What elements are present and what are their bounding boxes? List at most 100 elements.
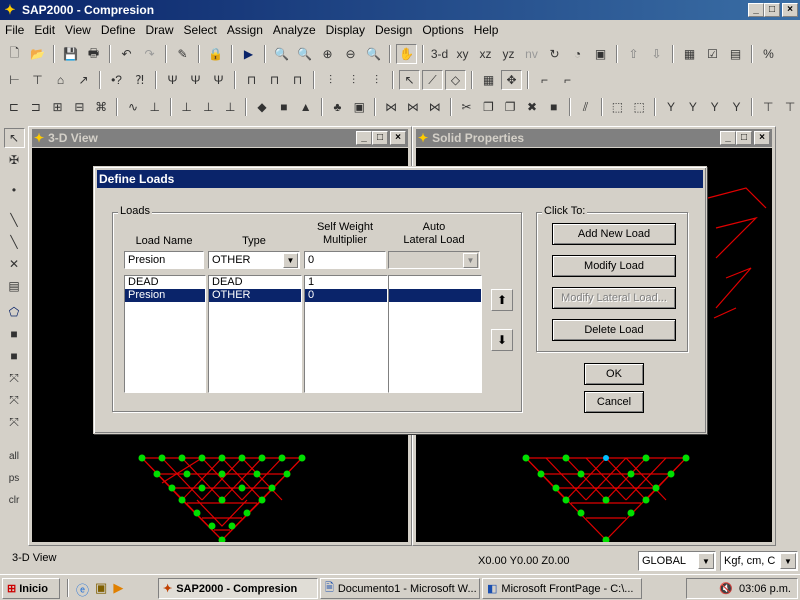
- start-button[interactable]: ⊞ Inicio: [2, 578, 60, 599]
- close-button[interactable]: ×: [754, 131, 770, 145]
- list-item[interactable]: [389, 276, 481, 289]
- label-solids-icon[interactable]: Y: [705, 97, 725, 117]
- joint-spring-icon[interactable]: ⊤: [27, 70, 48, 90]
- type-select[interactable]: OTHER ▼: [208, 251, 300, 269]
- task-word[interactable]: 🗎 Documento1 - Microsoft W...: [320, 578, 480, 599]
- zoom-in-icon[interactable]: ⊕: [317, 44, 338, 64]
- maximize-button[interactable]: □: [764, 3, 780, 17]
- media-player-icon[interactable]: ▶: [113, 580, 123, 599]
- list-item[interactable]: DEAD: [209, 276, 301, 289]
- task-sap2000[interactable]: ✦ SAP2000 - Compresion: [158, 578, 318, 599]
- copy-icon[interactable]: ❐: [478, 97, 498, 117]
- redo-icon[interactable]: ↷: [139, 44, 160, 64]
- zoom-previous-icon[interactable]: 🔍: [363, 44, 384, 64]
- solid-block-icon[interactable]: ▲: [296, 97, 316, 117]
- paste-icon[interactable]: ❐: [500, 97, 520, 117]
- coordinate-system-select[interactable]: GLOBAL ▼: [638, 551, 716, 571]
- lock-icon[interactable]: 🔒: [205, 44, 226, 64]
- perspective-icon[interactable]: ◔: [567, 44, 588, 64]
- draw-link-icon[interactable]: ⤧: [4, 368, 25, 388]
- move-up-icon[interactable]: ⇧: [623, 44, 644, 64]
- frame-load-icon[interactable]: ⁈: [129, 70, 150, 90]
- pointer-icon[interactable]: ↖: [3, 128, 25, 148]
- element-shrink-icon[interactable]: ▣: [590, 44, 611, 64]
- menu-analyze[interactable]: Analyze: [268, 23, 321, 37]
- menu-assign[interactable]: Assign: [222, 23, 268, 37]
- maximize-button[interactable]: □: [736, 131, 752, 145]
- load-arrow-icon[interactable]: ⊥: [177, 97, 197, 117]
- load-name-list[interactable]: DEAD Presion: [124, 275, 206, 393]
- list-item-selected[interactable]: 0: [305, 289, 387, 302]
- draw-solid-icon[interactable]: ⤧: [4, 412, 25, 432]
- view-xz-button[interactable]: xz: [475, 44, 496, 64]
- shell-fill-icon[interactable]: ■: [274, 97, 294, 117]
- add-new-load-button[interactable]: Add New Load: [552, 223, 676, 245]
- draw-solid-icon[interactable]: ⊓: [287, 70, 308, 90]
- undo-icon[interactable]: ↶: [116, 44, 137, 64]
- draw-frame-icon[interactable]: ⊓: [241, 70, 262, 90]
- menu-select[interactable]: Select: [179, 23, 222, 37]
- menu-file[interactable]: File: [0, 23, 29, 37]
- zoom-fit-icon[interactable]: 🔍: [294, 44, 315, 64]
- replicate-icon[interactable]: ⋈: [425, 97, 445, 117]
- divide-icon[interactable]: ⋈: [381, 97, 401, 117]
- multiplier-list[interactable]: 1 0: [304, 275, 388, 393]
- menu-draw[interactable]: Draw: [141, 23, 179, 37]
- draw-poly-area-icon[interactable]: ⬠: [4, 302, 25, 322]
- menu-edit[interactable]: Edit: [29, 23, 60, 37]
- list-item[interactable]: 1: [305, 276, 387, 289]
- view-3d-button[interactable]: 3-d: [429, 44, 450, 64]
- self-weight-multiplier-input[interactable]: 0: [304, 251, 386, 269]
- close-button[interactable]: ×: [390, 131, 406, 145]
- local-axes-icon[interactable]: ↗: [73, 70, 94, 90]
- view-nv-button[interactable]: nv: [521, 44, 542, 64]
- show-joints-icon[interactable]: ⬚: [629, 97, 649, 117]
- minimize-button[interactable]: _: [356, 131, 372, 145]
- mode-shape-icon[interactable]: ⫶: [343, 70, 364, 90]
- group-icon[interactable]: ♣: [328, 97, 348, 117]
- reshape-icon[interactable]: ⟋: [422, 70, 443, 90]
- save-icon[interactable]: 💾: [60, 44, 81, 64]
- dotted-box-icon[interactable]: ⬚: [608, 97, 628, 117]
- label-shells-icon[interactable]: Y: [683, 97, 703, 117]
- pan-hand-icon[interactable]: ✋: [396, 44, 417, 64]
- member-forces-icon[interactable]: ⫶: [366, 70, 387, 90]
- list-item-selected[interactable]: Presion: [125, 289, 205, 302]
- maximize-button[interactable]: □: [372, 131, 388, 145]
- delete-x-icon[interactable]: ✖: [522, 97, 542, 117]
- desktop-icon[interactable]: ▣: [95, 580, 107, 599]
- list-item-selected[interactable]: OTHER: [209, 289, 301, 302]
- frame-section-icon[interactable]: Ψ: [162, 70, 183, 90]
- frame-cantilever-icon[interactable]: ⊐: [26, 97, 46, 117]
- draw-frame-line-icon[interactable]: ╲: [4, 210, 25, 230]
- cancel-button[interactable]: Cancel: [584, 391, 644, 413]
- menu-help[interactable]: Help: [469, 23, 504, 37]
- close-button[interactable]: ×: [782, 3, 798, 17]
- internet-explorer-icon[interactable]: ⓔ: [76, 580, 89, 599]
- area-load-icon[interactable]: ⊥: [220, 97, 240, 117]
- list-item[interactable]: DEAD: [125, 276, 205, 289]
- menu-view[interactable]: View: [60, 23, 96, 37]
- align-icon[interactable]: ⫽: [576, 97, 596, 117]
- joint-restraint-icon[interactable]: ⊢: [4, 70, 25, 90]
- speaker-muted-icon[interactable]: 🔇: [719, 582, 733, 595]
- dropdown-arrow-icon[interactable]: ▼: [698, 553, 714, 569]
- snap-points-icon[interactable]: ⌐: [534, 70, 555, 90]
- joint-mass-icon[interactable]: ⌂: [50, 70, 71, 90]
- move-down-arrow-icon[interactable]: ⬇: [491, 329, 513, 351]
- clear-selection-button[interactable]: clr: [4, 490, 25, 510]
- square-select-icon[interactable]: ■: [544, 97, 564, 117]
- frame-column-icon[interactable]: ⊟: [69, 97, 89, 117]
- snap-move-icon[interactable]: ✥: [501, 70, 522, 90]
- list-item-selected[interactable]: [389, 289, 481, 302]
- draw-shell-icon[interactable]: ⊓: [264, 70, 285, 90]
- draw-joint-icon[interactable]: •: [4, 180, 25, 200]
- table-grid-icon[interactable]: ▦: [478, 70, 499, 90]
- draw-brace-icon[interactable]: ✕: [4, 254, 25, 274]
- frame-truss-icon[interactable]: ⌘: [91, 97, 111, 117]
- type-list[interactable]: DEAD OTHER: [208, 275, 302, 393]
- view-xy-button[interactable]: xy: [452, 44, 473, 64]
- label-frames-icon[interactable]: Y: [661, 97, 681, 117]
- dropdown-arrow-icon[interactable]: ▼: [780, 553, 796, 569]
- dropdown-arrow-icon[interactable]: ▼: [283, 252, 298, 268]
